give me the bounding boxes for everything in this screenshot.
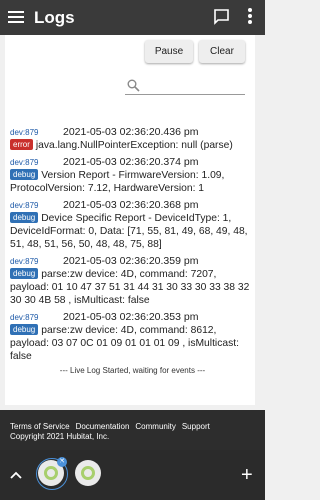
close-icon[interactable]: ✕ (57, 457, 67, 467)
level-badge: debug (10, 324, 39, 335)
log-message: parse:zw device: 4D, command: 8612, payl… (10, 325, 239, 362)
footer-link-documentation[interactable]: Documentation (76, 422, 130, 431)
footer-link-support[interactable]: Support (182, 422, 210, 431)
log-entry: dev:879 2021-05-03 02:36:20.359 pm debug p… (10, 254, 255, 307)
level-badge: error (10, 139, 33, 150)
chat-head-bubble[interactable]: ✕ (36, 457, 68, 490)
copyright: Copyright 2021 Hubitat, Inc. (10, 432, 110, 441)
more-vert-icon[interactable] (248, 8, 252, 26)
bottom-bar: ✕ + (0, 450, 265, 500)
device-link[interactable]: dev:879 (10, 126, 63, 140)
log-entry: dev:879 2021-05-03 02:36:20.353 pm debug p… (10, 310, 255, 363)
chevron-up-icon[interactable] (10, 470, 22, 480)
footer: Terms of Service Documentation Community Su… (0, 410, 265, 450)
device-link[interactable]: dev:879 (10, 311, 63, 325)
log-message: Device Specific Report - DeviceIdType: 1… (10, 213, 248, 250)
device-link[interactable]: dev:879 (10, 199, 63, 213)
page-title: Logs (34, 8, 75, 27)
log-timestamp: 2021-05-03 02:36:20.368 pm (63, 199, 199, 211)
device-link[interactable]: dev:879 (10, 255, 63, 269)
log-timestamp: 2021-05-03 02:36:20.353 pm (63, 311, 199, 323)
chat-bubble-icon[interactable] (213, 8, 230, 25)
level-badge: debug (10, 169, 39, 180)
plus-icon[interactable]: + (241, 465, 253, 485)
search-field (125, 79, 245, 95)
log-timestamp: 2021-05-03 02:36:20.374 pm (63, 156, 199, 168)
search-input[interactable] (143, 79, 243, 94)
chat-head-bubble[interactable] (75, 460, 101, 486)
log-timestamp: 2021-05-03 02:36:20.359 pm (63, 255, 199, 267)
hubitat-logo-icon (81, 466, 95, 480)
search-icon (127, 79, 140, 92)
pause-button[interactable]: Pause (145, 40, 193, 63)
footer-link-terms[interactable]: Terms of Service (10, 422, 70, 431)
footer-link-community[interactable]: Community (135, 422, 175, 431)
log-message: Version Report - FirmwareVersion: 1.09, … (10, 170, 225, 194)
app-bar: Logs (0, 0, 265, 35)
hamburger-icon[interactable] (8, 9, 24, 25)
log-message: java.lang.NullPointerException: null (pa… (35, 140, 233, 151)
device-link[interactable]: dev:879 (10, 156, 63, 170)
log-message: parse:zw device: 4D, command: 7207, payl… (10, 269, 250, 306)
clear-button[interactable]: Clear (199, 40, 245, 63)
log-entry: dev:879 2021-05-03 02:36:20.374 pm debug V… (10, 155, 255, 195)
log-list: dev:879 2021-05-03 02:36:20.436 pm error j… (10, 125, 255, 375)
log-start-notice: --- Live Log Started, waiting for events… (59, 366, 206, 375)
log-panel: Pause Clear dev:879 2021-05-03 02:36:20.4… (5, 35, 255, 405)
log-entry: dev:879 2021-05-03 02:36:20.436 pm error j… (10, 125, 255, 152)
hubitat-logo-icon (44, 466, 58, 480)
level-badge: debug (10, 268, 39, 279)
log-timestamp: 2021-05-03 02:36:20.436 pm (63, 126, 199, 138)
level-badge: debug (10, 212, 39, 223)
log-entry: dev:879 2021-05-03 02:36:20.368 pm debug D… (10, 198, 255, 251)
